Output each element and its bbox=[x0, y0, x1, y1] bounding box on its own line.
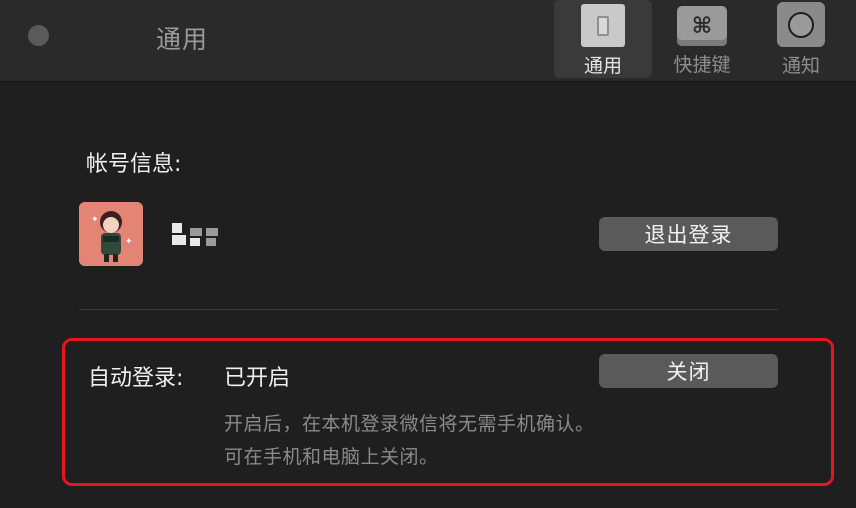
auto-login-description-2: 可在手机和电脑上关闭。 bbox=[224, 446, 439, 468]
account-section-title: 帐号信息: bbox=[86, 152, 182, 177]
close-auto-login-button[interactable]: 关闭 bbox=[599, 354, 778, 388]
tab-shortcuts-label: 快捷键 bbox=[673, 54, 731, 76]
avatar: ✦ ✦ bbox=[79, 202, 143, 266]
auto-login-status: 已开启 bbox=[224, 366, 291, 391]
switch-icon bbox=[581, 4, 625, 47]
tab-shortcuts[interactable]: ⌘ 快捷键 bbox=[653, 0, 751, 78]
tab-general-label: 通用 bbox=[583, 55, 622, 77]
toolbar: 通用 通用 ⌘ 快捷键 通知 bbox=[0, 0, 856, 82]
notification-icon bbox=[777, 2, 825, 47]
svg-text:✦: ✦ bbox=[125, 237, 133, 247]
tab-notifications-label: 通知 bbox=[781, 55, 820, 77]
auto-login-description-1: 开启后，在本机登录微信将无需手机确认。 bbox=[224, 413, 595, 435]
window-close-button[interactable] bbox=[28, 25, 49, 46]
command-key-icon: ⌘ bbox=[677, 6, 727, 46]
divider bbox=[79, 309, 778, 310]
logout-button[interactable]: 退出登录 bbox=[599, 217, 778, 251]
username-pixelated bbox=[172, 220, 232, 248]
auto-login-label: 自动登录: bbox=[88, 366, 184, 391]
tab-general[interactable]: 通用 bbox=[554, 0, 652, 78]
avatar-image: ✦ ✦ bbox=[79, 202, 143, 266]
window-title: 通用 bbox=[156, 25, 209, 54]
tab-notifications[interactable]: 通知 bbox=[752, 0, 850, 78]
svg-text:✦: ✦ bbox=[91, 215, 99, 225]
